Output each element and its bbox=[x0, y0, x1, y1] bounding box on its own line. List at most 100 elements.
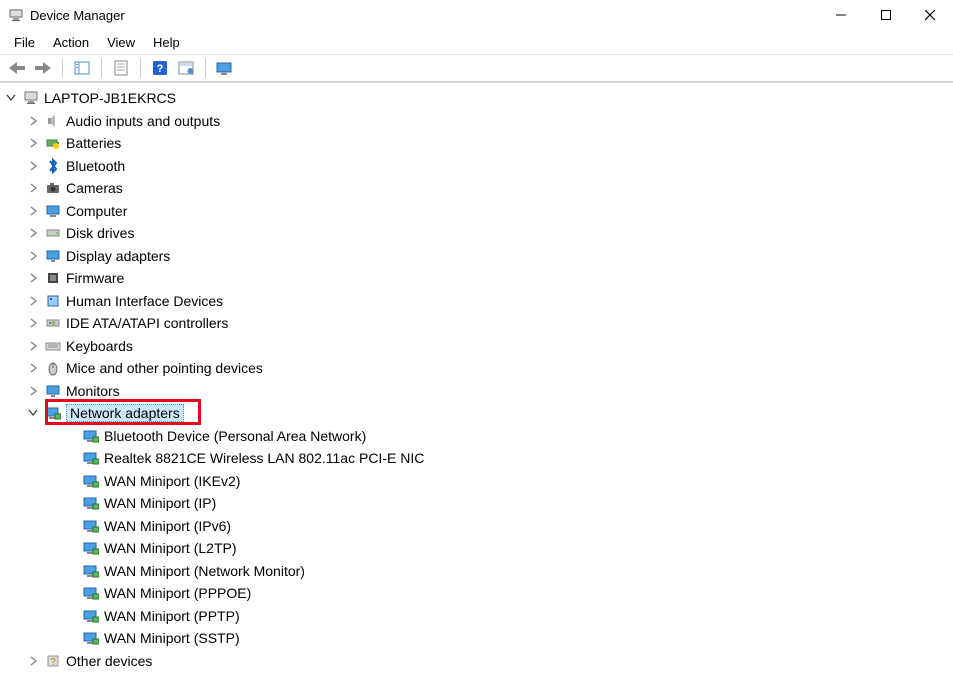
expander-spacer bbox=[64, 496, 78, 510]
tree-device[interactable]: WAN Miniport (PPTP) bbox=[4, 605, 953, 628]
keyboard-icon bbox=[44, 337, 62, 355]
tree-device[interactable]: Bluetooth Device (Personal Area Network) bbox=[4, 425, 953, 448]
tree-category[interactable]: Mice and other pointing devices bbox=[4, 357, 953, 380]
chevron-right-icon[interactable] bbox=[26, 136, 40, 150]
tree-category[interactable]: Audio inputs and outputs bbox=[4, 110, 953, 133]
battery-icon bbox=[44, 134, 62, 152]
chevron-down-icon[interactable] bbox=[26, 406, 40, 420]
chevron-right-icon[interactable] bbox=[26, 181, 40, 195]
tree-root-label: LAPTOP-JB1EKRCS bbox=[44, 90, 176, 106]
tree-category[interactable]: Human Interface Devices bbox=[4, 290, 953, 313]
close-button[interactable] bbox=[908, 0, 953, 30]
tree-device-label: WAN Miniport (PPTP) bbox=[104, 608, 240, 624]
maximize-button[interactable] bbox=[863, 0, 908, 30]
chevron-right-icon[interactable] bbox=[26, 339, 40, 353]
tree-category[interactable]: Network adapters bbox=[4, 402, 953, 425]
tree-category[interactable]: Bluetooth bbox=[4, 155, 953, 178]
network-adapter-icon bbox=[82, 449, 100, 467]
minimize-button[interactable] bbox=[818, 0, 863, 30]
window-title: Device Manager bbox=[30, 8, 125, 23]
toolbar-separator bbox=[205, 58, 206, 78]
expander-spacer bbox=[64, 474, 78, 488]
toolbar-separator bbox=[62, 58, 63, 78]
tree-category-label: Network adapters bbox=[66, 404, 184, 422]
app-icon bbox=[8, 7, 24, 23]
tree-category-label: Other devices bbox=[66, 653, 152, 669]
action-button[interactable] bbox=[175, 57, 197, 79]
tree-category[interactable]: Disk drives bbox=[4, 222, 953, 245]
chevron-right-icon[interactable] bbox=[26, 114, 40, 128]
tree-category[interactable]: Batteries bbox=[4, 132, 953, 155]
chevron-right-icon[interactable] bbox=[26, 316, 40, 330]
tree-category-label: Firmware bbox=[66, 270, 124, 286]
expander-spacer bbox=[64, 519, 78, 533]
tree-root[interactable]: LAPTOP-JB1EKRCS bbox=[4, 87, 953, 110]
tree-device[interactable]: WAN Miniport (PPPOE) bbox=[4, 582, 953, 605]
tree-category[interactable]: Keyboards bbox=[4, 335, 953, 358]
tree-category[interactable]: Firmware bbox=[4, 267, 953, 290]
mouse-icon bbox=[44, 359, 62, 377]
tree-device[interactable]: Realtek 8821CE Wireless LAN 802.11ac PCI… bbox=[4, 447, 953, 470]
bluetooth-icon bbox=[44, 157, 62, 175]
tree-device[interactable]: WAN Miniport (L2TP) bbox=[4, 537, 953, 560]
chevron-right-icon[interactable] bbox=[26, 654, 40, 668]
tree-category-label: Audio inputs and outputs bbox=[66, 113, 220, 129]
forward-button[interactable] bbox=[32, 57, 54, 79]
tree-category-label: Computer bbox=[66, 203, 127, 219]
network-adapter-icon bbox=[82, 629, 100, 647]
properties-button[interactable] bbox=[110, 57, 132, 79]
back-button[interactable] bbox=[6, 57, 28, 79]
tree-device[interactable]: WAN Miniport (Network Monitor) bbox=[4, 560, 953, 583]
tree-category[interactable]: Display adapters bbox=[4, 245, 953, 268]
chevron-right-icon[interactable] bbox=[26, 384, 40, 398]
help-button[interactable]: ? bbox=[149, 57, 171, 79]
firmware-icon bbox=[44, 269, 62, 287]
device-tree-container[interactable]: LAPTOP-JB1EKRCS Audio inputs and outputs… bbox=[0, 82, 953, 675]
expander-spacer bbox=[64, 564, 78, 578]
tree-category[interactable]: ? Other devices bbox=[4, 650, 953, 673]
toolbar: ? bbox=[0, 54, 953, 82]
tree-device-label: WAN Miniport (L2TP) bbox=[104, 540, 237, 556]
camera-icon bbox=[44, 179, 62, 197]
menubar: File Action View Help bbox=[0, 30, 953, 54]
other-icon: ? bbox=[44, 652, 62, 670]
scan-hardware-button[interactable] bbox=[214, 57, 236, 79]
tree-category[interactable]: Cameras bbox=[4, 177, 953, 200]
menu-help[interactable]: Help bbox=[145, 32, 188, 53]
tree-category[interactable]: Computer bbox=[4, 200, 953, 223]
computer-icon bbox=[44, 202, 62, 220]
tree-category-label: Bluetooth bbox=[66, 158, 125, 174]
chevron-right-icon[interactable] bbox=[26, 204, 40, 218]
tree-device-label: WAN Miniport (IKEv2) bbox=[104, 473, 240, 489]
tree-device-label: WAN Miniport (PPPOE) bbox=[104, 585, 251, 601]
chevron-right-icon[interactable] bbox=[26, 361, 40, 375]
chevron-right-icon[interactable] bbox=[26, 294, 40, 308]
menu-file[interactable]: File bbox=[6, 32, 43, 53]
tree-category-label: Disk drives bbox=[66, 225, 134, 241]
tree-device-label: WAN Miniport (Network Monitor) bbox=[104, 563, 305, 579]
ide-icon bbox=[44, 314, 62, 332]
menu-action[interactable]: Action bbox=[45, 32, 97, 53]
tree-device[interactable]: WAN Miniport (IPv6) bbox=[4, 515, 953, 538]
show-hide-console-tree-button[interactable] bbox=[71, 57, 93, 79]
computer-icon bbox=[22, 89, 40, 107]
tree-category[interactable]: Monitors bbox=[4, 380, 953, 403]
expander-spacer bbox=[64, 429, 78, 443]
tree-device[interactable]: WAN Miniport (IP) bbox=[4, 492, 953, 515]
menu-view[interactable]: View bbox=[99, 32, 143, 53]
chevron-down-icon[interactable] bbox=[4, 91, 18, 105]
titlebar: Device Manager bbox=[0, 0, 953, 30]
svg-text:?: ? bbox=[50, 657, 56, 668]
chevron-right-icon[interactable] bbox=[26, 249, 40, 263]
device-tree: LAPTOP-JB1EKRCS Audio inputs and outputs… bbox=[0, 83, 953, 675]
chevron-right-icon[interactable] bbox=[26, 271, 40, 285]
tree-category[interactable]: IDE ATA/ATAPI controllers bbox=[4, 312, 953, 335]
tree-device[interactable]: WAN Miniport (SSTP) bbox=[4, 627, 953, 650]
chevron-right-icon[interactable] bbox=[26, 159, 40, 173]
tree-category-label: Human Interface Devices bbox=[66, 293, 223, 309]
window-controls bbox=[818, 0, 953, 30]
network-adapter-icon bbox=[82, 584, 100, 602]
tree-device[interactable]: WAN Miniport (IKEv2) bbox=[4, 470, 953, 493]
expander-spacer bbox=[64, 586, 78, 600]
chevron-right-icon[interactable] bbox=[26, 226, 40, 240]
